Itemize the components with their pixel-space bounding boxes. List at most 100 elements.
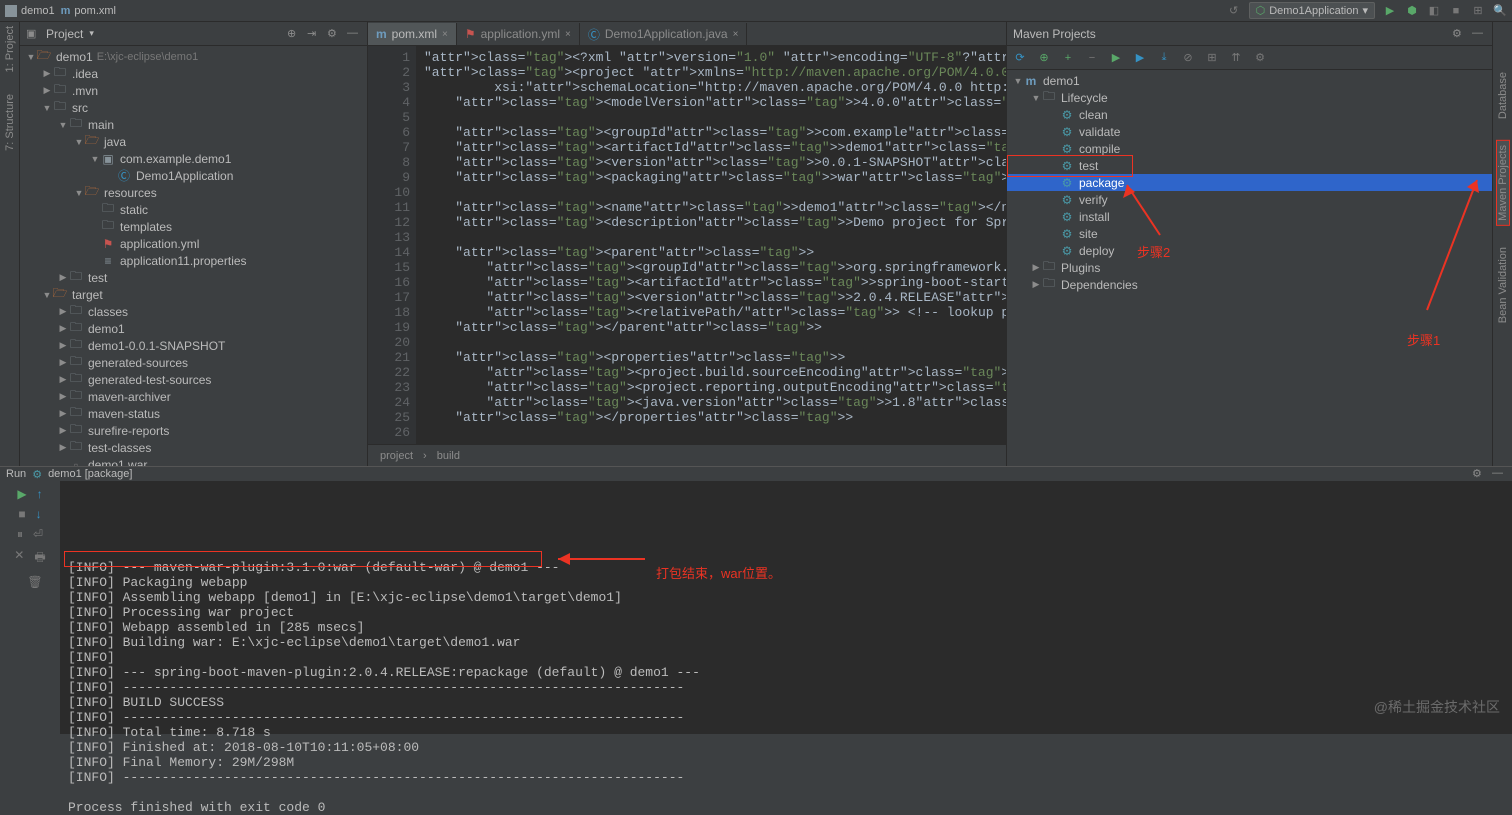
code-area[interactable]: "attr">class="tag"><?xml "attr">version=… [416,46,1006,444]
maven-goal-install[interactable]: ⚙install [1007,208,1492,225]
tree-item[interactable]: ⒸDemo1Application [20,167,367,184]
structure-tool-button[interactable]: 7: Structure [4,94,16,151]
project-view-icon: ▣ [26,27,40,41]
stop-icon[interactable]: ■ [18,507,25,521]
tree-item[interactable]: ▫demo1.war [20,456,367,466]
maven-goal-test[interactable]: ⚙test [1007,157,1492,174]
breadcrumb[interactable]: project › build [368,444,1006,466]
close-icon[interactable]: × [565,29,571,40]
toggle-offline-icon[interactable]: ⤓ [1157,51,1171,65]
maven-goal-package[interactable]: ⚙package [1007,174,1492,191]
editor-body[interactable]: 1234567891011121314151617181920212223242… [368,46,1006,444]
debug-icon[interactable]: ⬢ [1405,4,1419,18]
breadcrumb-item[interactable]: build [437,450,460,462]
remove-icon[interactable]: − [1085,51,1099,65]
maven-tool-button[interactable]: Maven Projects [1497,141,1509,225]
right-tool-strip: Database Maven Projects Bean Validation [1492,22,1512,466]
tree-item[interactable]: ▶🗀.mvn [20,82,367,99]
rerun-icon[interactable]: ▶ [17,487,26,501]
file-title: m pom.xml [61,5,116,17]
tree-item[interactable]: ▶🗀test [20,269,367,286]
maven-goal-Dependencies[interactable]: ▶🗀Dependencies [1007,276,1492,293]
print-icon[interactable]: 🖶 [34,548,45,569]
breadcrumb-item[interactable]: project [380,450,413,462]
run-gutter: ▶ ↑ ■ ↓ ⏸ ⏎ ✕ 🖶 🗑 [0,481,60,815]
run-icon[interactable]: ▶ [1383,4,1397,18]
pause-icon[interactable]: ⏸ [17,527,23,542]
tree-item[interactable]: ▼▣com.example.demo1 [20,150,367,167]
search-icon[interactable]: 🔍 [1493,4,1507,18]
collapse-all-icon[interactable]: ⇈ [1229,51,1243,65]
reimport-icon[interactable]: ⟳ [1013,51,1027,65]
maven-toolbar: ⟳ ⊕ + − ▶ ▶ ⤓ ⊘ ⊞ ⇈ ⚙ [1007,46,1492,70]
maven-goal-deploy[interactable]: ⚙deploy [1007,242,1492,259]
close-icon[interactable]: × [733,29,739,40]
maven-goal-site[interactable]: ⚙site [1007,225,1492,242]
editor-tabs: mpom.xml×⚑application.yml×ⒸDemo1Applicat… [368,22,1006,46]
settings-icon[interactable]: ⚙ [1253,51,1267,65]
gear-icon[interactable]: ⚙ [1452,27,1466,41]
coverage-icon[interactable]: ◧ [1427,4,1441,18]
bean-validation-button[interactable]: Bean Validation [1497,247,1509,323]
layout-icon[interactable]: ⊞ [1471,4,1485,18]
execute-icon[interactable]: ▶ [1133,51,1147,65]
maven-goal-verify[interactable]: ⚙verify [1007,191,1492,208]
maven-panel-title: Maven Projects [1013,27,1096,41]
tree-item[interactable]: ▼🗁demo1E:\xjc-eclipse\demo1 [20,48,367,65]
tree-item[interactable]: ▼🗀main [20,116,367,133]
run-config-label: demo1 [package] [48,468,132,480]
maven-icon: m [61,5,71,17]
line-gutter: 1234567891011121314151617181920212223242… [368,46,416,444]
tree-item[interactable]: ▶🗀test-classes [20,439,367,456]
skip-tests-icon[interactable]: ⊘ [1181,51,1195,65]
run-icon[interactable]: ▶ [1109,51,1123,65]
collapse-icon[interactable]: ⇥ [307,27,321,41]
up-icon[interactable]: ↑ [37,487,43,501]
run-config-combo[interactable]: ⬡ Demo1Application ▾ [1249,2,1375,19]
wrap-icon[interactable]: ⏎ [33,527,43,542]
tree-item[interactable]: 🗀static [20,201,367,218]
watermark: @稀土掘金技术社区 [1374,697,1500,717]
add-icon[interactable]: + [1061,51,1075,65]
editor-panel: mpom.xml×⚑application.yml×ⒸDemo1Applicat… [368,22,1006,466]
hide-icon[interactable]: ― [1492,467,1506,481]
down-icon[interactable]: ↓ [36,507,42,521]
maven-goal-compile[interactable]: ⚙compile [1007,140,1492,157]
maven-panel-header: Maven Projects ⚙ ― [1007,22,1492,46]
reimport-icon[interactable]: ↺ [1227,4,1241,18]
maven-goal-clean[interactable]: ⚙clean [1007,106,1492,123]
maven-goal-icon: ⚙ [32,468,42,481]
hide-icon[interactable]: ― [347,27,361,41]
tree-item[interactable]: ▼🗁java [20,133,367,150]
gear-icon[interactable]: ⚙ [327,27,341,41]
hide-icon[interactable]: ― [1472,27,1486,41]
tree-item[interactable]: 🗀templates [20,218,367,235]
generate-icon[interactable]: ⊕ [1037,51,1051,65]
maven-goal-demo1[interactable]: ▼mdemo1 [1007,72,1492,89]
main-area: 1: Project 7: Structure ▣ Project ▾ ⊕ ⇥ … [0,22,1512,466]
stop-icon[interactable]: ■ [1449,4,1463,18]
maven-goal-Lifecycle[interactable]: ▼🗀Lifecycle [1007,89,1492,106]
console-output[interactable]: 打包结束，war位置。 [INFO] --- maven-war-plugin:… [60,481,1512,815]
close-icon[interactable]: × [442,29,448,40]
maven-goal-validate[interactable]: ⚙validate [1007,123,1492,140]
show-deps-icon[interactable]: ⊞ [1205,51,1219,65]
project-tree[interactable]: ▼🗁demo1E:\xjc-eclipse\demo1▶🗀.idea▶🗀.mvn… [20,46,367,466]
maven-tree[interactable]: 步骤2 步骤1 ▼mdemo1▼🗀Lifecycle ⚙clean ⚙valid… [1007,70,1492,466]
trash-icon[interactable]: 🗑 [27,575,42,589]
tree-item[interactable]: ▼🗁resources [20,184,367,201]
editor-tab[interactable]: ⒸDemo1Application.java× [580,23,748,45]
maven-goal-Plugins[interactable]: ▶🗀Plugins [1007,259,1492,276]
project-tool-button[interactable]: 1: Project [4,26,16,72]
close-icon[interactable]: ✕ [14,548,24,569]
database-tool-button[interactable]: Database [1497,72,1509,119]
tree-item[interactable]: ▶🗀.idea [20,65,367,82]
run-title: Run [6,468,26,480]
file-name: pom.xml [74,5,116,17]
tree-item[interactable]: ⚑application.yml [20,235,367,252]
scroll-from-source-icon[interactable]: ⊕ [287,27,301,41]
chevron-down-icon[interactable]: ▾ [89,28,94,39]
gear-icon[interactable]: ⚙ [1472,467,1486,481]
editor-tab[interactable]: ⚑application.yml× [457,23,580,45]
editor-tab[interactable]: mpom.xml× [368,23,457,45]
